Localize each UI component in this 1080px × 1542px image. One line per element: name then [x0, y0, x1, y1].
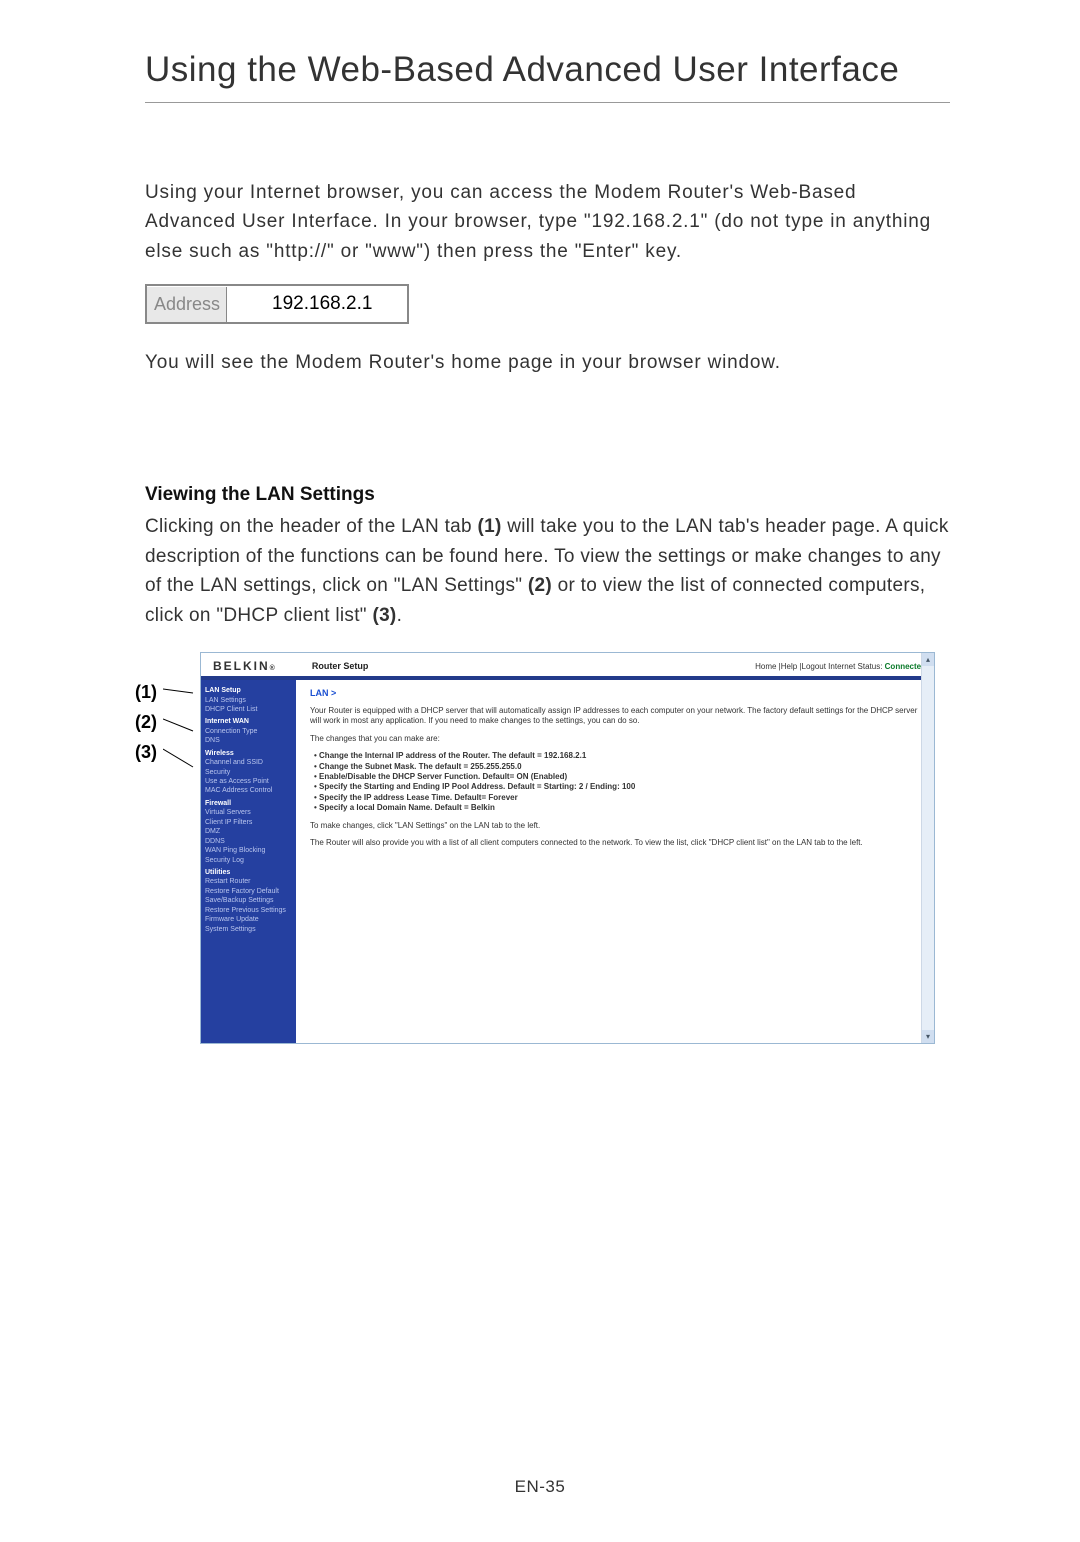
panel-paragraph: Your Router is equipped with a DHCP serv… [310, 706, 920, 727]
panel-bullet-list: Change the Internal IP address of the Ro… [314, 751, 920, 813]
sidebar-item[interactable]: Restart Router [205, 877, 292, 886]
sidebar-item[interactable]: Restore Factory Default [205, 887, 292, 896]
list-item: Specify the Starting and Ending IP Pool … [314, 782, 920, 792]
list-item: Specify the IP address Lease Time. Defau… [314, 793, 920, 803]
panel-paragraph: The Router will also provide you with a … [310, 838, 920, 848]
section-body: Clicking on the header of the LAN tab (1… [145, 512, 950, 630]
callout-ref-3: (3) [372, 605, 396, 626]
sidebar-heading[interactable]: Utilities [205, 868, 292, 877]
sidebar-item[interactable]: System Settings [205, 925, 292, 934]
sidebar-item[interactable]: Security Log [205, 856, 292, 865]
section-heading: Viewing the LAN Settings [145, 484, 950, 506]
sidebar-item[interactable]: Security [205, 768, 292, 777]
sidebar-item[interactable]: LAN Settings [205, 696, 292, 705]
sidebar-item[interactable]: Channel and SSID [205, 758, 292, 767]
list-item: Enable/Disable the DHCP Server Function.… [314, 772, 920, 782]
title-divider [145, 102, 950, 103]
sidebar-item[interactable]: Save/Backup Settings [205, 896, 292, 905]
section-text: Clicking on the header of the LAN tab [145, 516, 478, 537]
header-links-text: Home |Help |Logout Internet Status: [755, 662, 885, 671]
breadcrumb[interactable]: LAN > [310, 688, 920, 698]
router-body: LAN SetupLAN SettingsDHCP Client List Int… [201, 680, 934, 1043]
router-ui-frame: BELKIN® Router Setup Home |Help |Logout … [200, 652, 935, 1044]
page-title: Using the Web-Based Advanced User Interf… [145, 50, 950, 90]
callout-ref-1: (1) [478, 516, 502, 537]
sidebar-item[interactable]: DHCP Client List [205, 705, 292, 714]
callout-label: (3) [135, 742, 157, 762]
callout-label: (1) [135, 682, 157, 702]
sidebar-heading[interactable]: LAN Setup [205, 686, 292, 695]
callout-label: (2) [135, 712, 157, 732]
callout-2: (2) [135, 709, 157, 737]
router-header: BELKIN® Router Setup Home |Help |Logout … [201, 653, 934, 680]
sidebar-item[interactable]: Use as Access Point [205, 777, 292, 786]
sidebar-heading[interactable]: Internet WAN [205, 717, 292, 726]
router-header-links[interactable]: Home |Help |Logout Internet Status: Conn… [755, 662, 926, 671]
callout-connector-icon [163, 717, 198, 733]
callout-3: (3) [135, 739, 157, 767]
callout-connector-icon [163, 747, 198, 769]
router-screenshot: (1) (2) (3) BELKIN® Router Setup Home |H… [145, 652, 935, 1044]
panel-paragraph: To make changes, click "LAN Settings" on… [310, 821, 920, 831]
router-logo: BELKIN® [213, 659, 277, 673]
callout-connector-icon [163, 687, 198, 697]
sidebar-heading[interactable]: Wireless [205, 749, 292, 758]
panel-paragraph: The changes that you can make are: [310, 734, 920, 744]
address-value: 192.168.2.1 [227, 286, 407, 322]
router-main-panel: LAN > Your Router is equipped with a DHC… [296, 680, 934, 1043]
scrollbar[interactable]: ▴ ▾ [921, 653, 934, 1043]
list-item: Specify a local Domain Name. Default = B… [314, 803, 920, 813]
sidebar-item[interactable]: Client IP Filters [205, 818, 292, 827]
sidebar-item[interactable]: DMZ [205, 827, 292, 836]
logo-suffix: ® [270, 665, 277, 672]
callout-ref-2: (2) [528, 575, 552, 596]
sidebar-item[interactable]: DNS [205, 736, 292, 745]
sidebar-item[interactable]: Firmware Update [205, 915, 292, 924]
sidebar-item[interactable]: MAC Address Control [205, 786, 292, 795]
followup-paragraph: You will see the Modem Router's home pag… [145, 352, 950, 374]
list-item: Change the Internal IP address of the Ro… [314, 751, 920, 761]
logo-text: BELKIN [213, 659, 270, 673]
sidebar-item[interactable]: Connection Type [205, 727, 292, 736]
router-setup-title: Router Setup [277, 661, 755, 671]
page-number: EN-35 [0, 1477, 1080, 1497]
scroll-up-icon[interactable]: ▴ [922, 653, 934, 666]
intro-paragraph: Using your Internet browser, you can acc… [145, 178, 950, 266]
scroll-down-icon[interactable]: ▾ [922, 1030, 934, 1043]
address-label: Address [147, 287, 227, 322]
section-text: . [397, 605, 403, 626]
address-bar: Address 192.168.2.1 [145, 284, 409, 324]
sidebar-item[interactable]: DDNS [205, 837, 292, 846]
callout-labels: (1) (2) (3) [135, 679, 157, 769]
callout-1: (1) [135, 679, 157, 707]
list-item: Change the Subnet Mask. The default = 25… [314, 762, 920, 772]
internet-status: Connected [885, 662, 926, 671]
sidebar-heading[interactable]: Firewall [205, 799, 292, 808]
sidebar-item[interactable]: Virtual Servers [205, 808, 292, 817]
router-sidebar: LAN SetupLAN SettingsDHCP Client List Int… [201, 680, 296, 1043]
sidebar-item[interactable]: Restore Previous Settings [205, 906, 292, 915]
sidebar-item[interactable]: WAN Ping Blocking [205, 846, 292, 855]
